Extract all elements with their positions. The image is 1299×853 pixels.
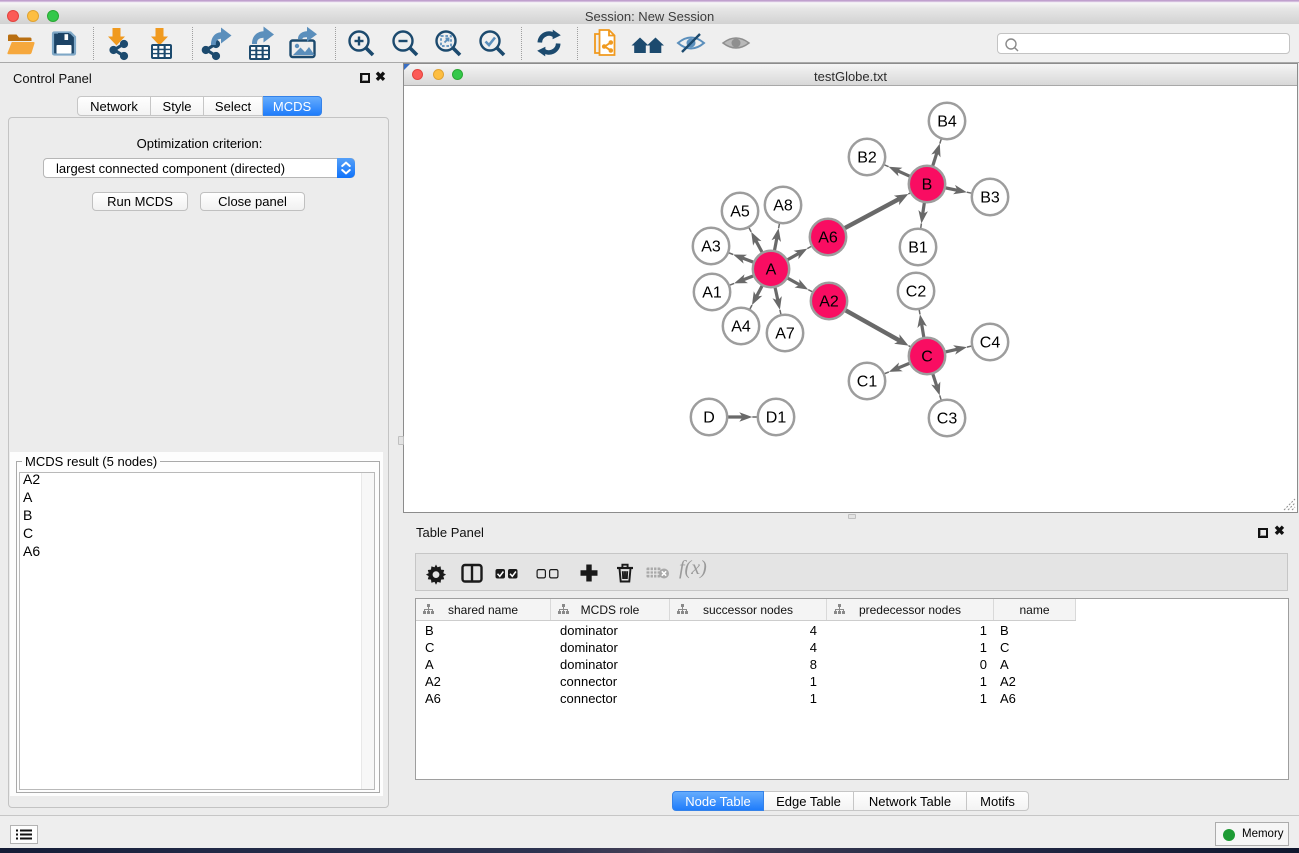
svg-text:B3: B3 (980, 190, 1000, 207)
svg-text:A5: A5 (730, 204, 750, 221)
svg-text:B1: B1 (908, 240, 928, 257)
svg-text:C4: C4 (980, 335, 1001, 352)
svg-text:C1: C1 (857, 374, 878, 391)
svg-text:C2: C2 (906, 284, 927, 301)
svg-text:B4: B4 (937, 114, 957, 131)
svg-text:D: D (703, 410, 715, 427)
svg-text:B2: B2 (857, 150, 877, 167)
svg-text:A7: A7 (775, 326, 795, 343)
svg-text:A8: A8 (773, 198, 793, 215)
svg-text:B: B (922, 177, 933, 194)
svg-text:D1: D1 (766, 410, 787, 427)
svg-text:C: C (921, 349, 933, 366)
svg-text:A4: A4 (731, 319, 751, 336)
svg-text:C3: C3 (937, 411, 958, 428)
svg-text:A3: A3 (701, 239, 721, 256)
svg-text:A1: A1 (702, 285, 722, 302)
svg-text:A2: A2 (819, 294, 839, 311)
svg-text:A: A (766, 262, 777, 279)
svg-text:A6: A6 (818, 230, 838, 247)
